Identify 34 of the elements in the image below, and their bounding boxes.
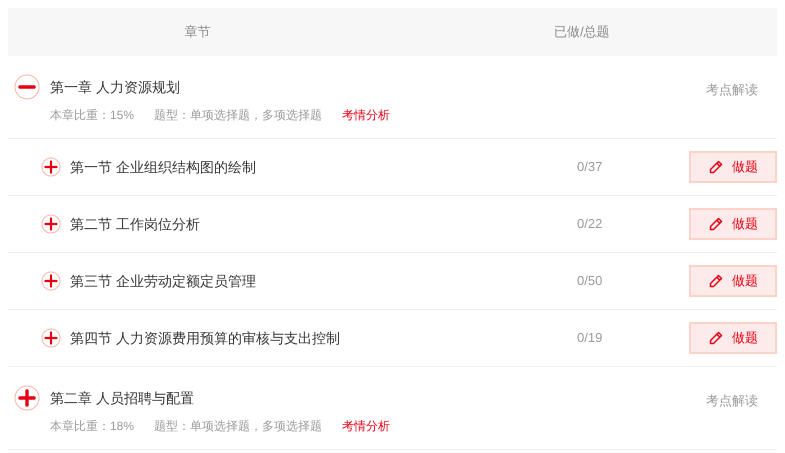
chapter-weight: 本章比重：15% (50, 107, 134, 124)
column-header: 已做/总题 (553, 23, 611, 42)
section-title: 第三节 企业劳动定额定员管理 (70, 272, 257, 290)
expand-icon[interactable] (41, 271, 61, 291)
section-title: 第一节 企业组织结构图的绘制 (70, 158, 257, 176)
pencil-icon (708, 330, 724, 346)
practice-button[interactable]: 做题 (689, 322, 777, 354)
question-types: 题型：单项选择题，多项选择题 (154, 418, 322, 435)
practice-button[interactable]: 做题 (689, 265, 777, 297)
pencil-icon (708, 216, 724, 232)
question-types: 题型：单项选择题，多项选择题 (154, 107, 322, 124)
expand-icon[interactable] (14, 385, 40, 411)
chapter-title: 第一章 人力资源规划 (50, 78, 181, 97)
section-title: 第四节 人力资源费用预算的审核与支出控制 (70, 328, 341, 348)
pencil-icon (708, 273, 724, 289)
expand-icon[interactable] (41, 214, 61, 234)
analysis-link[interactable]: 考情分析 (342, 417, 390, 435)
progress-count: 0/19 (577, 329, 604, 348)
chapter-weight: 本章比重：18% (50, 418, 134, 435)
practice-button[interactable]: 做题 (689, 208, 777, 240)
practice-button[interactable]: 做题 (689, 151, 777, 183)
pencil-icon (708, 159, 724, 175)
progress-count: 0/50 (577, 272, 604, 290)
interpret-link[interactable]: 考点解读 (706, 80, 758, 100)
expand-icon[interactable] (41, 328, 61, 348)
collapse-icon[interactable] (14, 74, 40, 100)
column-header: 章节 (183, 23, 212, 42)
expand-icon[interactable] (41, 157, 61, 177)
chapter-title: 第二章 人员招聘与配置 (50, 389, 195, 408)
analysis-link[interactable]: 考情分析 (342, 106, 390, 124)
section-title: 第二节 工作岗位分析 (70, 214, 201, 234)
progress-count: 0/22 (577, 215, 604, 234)
progress-count: 0/37 (577, 158, 604, 176)
interpret-link[interactable]: 考点解读 (706, 391, 758, 410)
